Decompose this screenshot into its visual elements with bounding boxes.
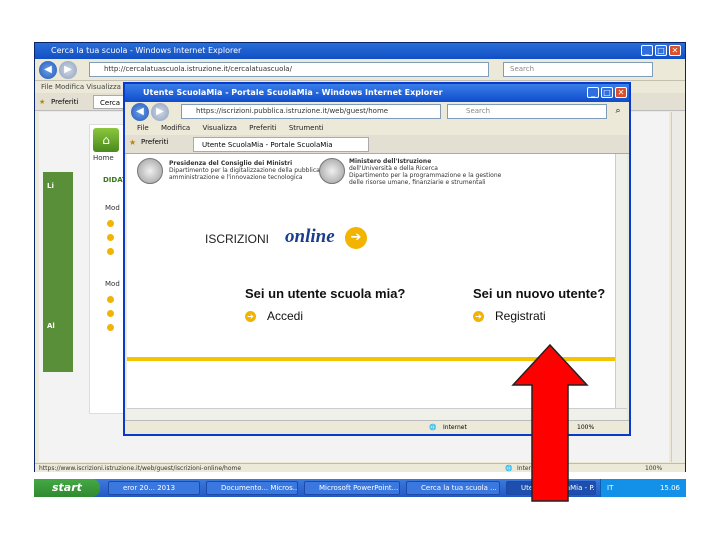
taskbar-item[interactable]: Microsoft PowerPoint... <box>304 481 400 495</box>
front-menu-bar[interactable]: File Modifica Visualizza Preferiti Strum… <box>125 122 629 135</box>
back-status-zoom[interactable]: 100% <box>645 464 662 472</box>
back-favorites-label[interactable]: Preferiti <box>51 93 78 110</box>
back-arrow-icon[interactable]: ◀ <box>131 103 149 121</box>
accedi-link[interactable]: Accedi <box>267 309 303 323</box>
front-tab-page[interactable]: Utente ScuolaMia - Portale ScuolaMia <box>193 137 369 152</box>
bullet-icon <box>107 296 114 303</box>
home-link[interactable]: Home <box>93 154 114 162</box>
presidenza-line3: amministrazione e l'innovazione tecnolog… <box>169 174 303 181</box>
search-icon[interactable]: ⌕ <box>611 104 625 119</box>
arrow-right-icon[interactable]: ➔ <box>473 311 484 322</box>
sidebar-label-li: Li <box>47 182 54 190</box>
back-address-bar[interactable]: http://cercalatuascuola.istruzione.it/ce… <box>89 62 489 77</box>
system-tray: IT 15.06 <box>600 479 686 497</box>
front-address-bar[interactable]: https://iscrizioni.pubblica.istruzione.i… <box>181 104 441 119</box>
back-arrow-icon[interactable]: ◀ <box>39 61 57 79</box>
ministero-line4: delle risorse umane, finanziarie e strum… <box>349 179 486 186</box>
menu-item-strumenti[interactable]: Strumenti <box>289 124 324 132</box>
back-vertical-scrollbar[interactable] <box>671 112 684 462</box>
start-button[interactable]: start <box>34 479 100 497</box>
bullet-icon <box>107 324 114 331</box>
bullet-icon <box>107 220 114 227</box>
front-tab-bar: ★ Preferiti Utente ScuolaMia - Portale S… <box>125 135 629 154</box>
presidenza-line2: Dipartimento per la digitalizzazione del… <box>169 167 320 174</box>
language-indicator[interactable]: IT <box>607 479 613 497</box>
logo-iscrizioni: ISCRIZIONI <box>205 232 270 246</box>
front-favorites-label[interactable]: Preferiti <box>141 138 168 146</box>
italian-republic-emblem-icon <box>137 158 163 184</box>
taskbar-item[interactable]: Documento... Micros... <box>206 481 298 495</box>
heading-new-user: Sei un nuovo utente? <box>473 286 606 301</box>
menu-item-preferiti[interactable]: Preferiti <box>249 124 276 132</box>
maximize-icon[interactable]: □ <box>655 45 667 56</box>
menu-item-file[interactable]: File <box>137 124 149 132</box>
ministero-line1: Ministero dell'Istruzione <box>349 158 432 165</box>
back-window-title: Cerca la tua scuola - Windows Internet E… <box>35 43 685 59</box>
close-icon[interactable]: ✕ <box>615 87 627 98</box>
logo-online: online <box>285 226 335 247</box>
back-status-url: https://www.iscrizioni.istruzione.it/web… <box>39 465 242 472</box>
section-mod-1: Mod <box>105 204 120 212</box>
taskbar-item[interactable]: eror 20... 2013 <box>108 481 200 495</box>
globe-icon: 🌐 <box>429 424 437 431</box>
front-window-title: Utente ScuolaMia - Portale ScuolaMia - W… <box>125 84 629 102</box>
red-arrow-annotation <box>511 343 589 502</box>
italian-republic-emblem-icon <box>319 158 345 184</box>
menu-item-modifica[interactable]: Modifica <box>161 124 190 132</box>
front-status-zone: Internet <box>443 424 467 431</box>
registrati-link[interactable]: Registrati <box>495 309 546 323</box>
bullet-icon <box>107 234 114 241</box>
front-search-input[interactable]: Search <box>447 104 607 119</box>
forward-arrow-icon[interactable]: ▶ <box>151 103 169 121</box>
logo-arrow-icon: ➔ <box>345 227 367 249</box>
ministero-line3: Dipartimento per la programmazione e la … <box>349 172 502 179</box>
taskbar-item[interactable]: Cerca la tua scuola ... <box>406 481 500 495</box>
front-vertical-scrollbar[interactable] <box>615 154 627 408</box>
home-icon[interactable]: ⌂ <box>93 128 119 152</box>
left-green-sidebar <box>43 172 73 372</box>
maximize-icon[interactable]: □ <box>601 87 613 98</box>
minimize-icon[interactable]: _ <box>641 45 653 56</box>
forward-arrow-icon[interactable]: ▶ <box>59 61 77 79</box>
arrow-right-icon[interactable]: ➔ <box>245 311 256 322</box>
bullet-icon <box>107 248 114 255</box>
minimize-icon[interactable]: _ <box>587 87 599 98</box>
clock: 15.06 <box>659 484 680 492</box>
ministero-line2: dell'Università e della Ricerca <box>349 165 438 172</box>
sidebar-label-al: Al <box>47 322 55 330</box>
presidenza-line1: Presidenza del Consiglio dei Ministri <box>169 160 293 167</box>
favorites-star-icon[interactable]: ★ <box>39 93 45 110</box>
heading-existing-user: Sei un utente scuola mia? <box>245 286 406 301</box>
menu-item-visualizza[interactable]: Visualizza <box>202 124 236 132</box>
back-search-input[interactable]: Search <box>503 62 653 77</box>
close-icon[interactable]: ✕ <box>669 45 681 56</box>
favorites-star-icon[interactable]: ★ <box>129 138 136 147</box>
bullet-icon <box>107 310 114 317</box>
back-tab-page[interactable]: Cerca <box>93 95 128 109</box>
section-mod-2: Mod <box>105 280 120 288</box>
